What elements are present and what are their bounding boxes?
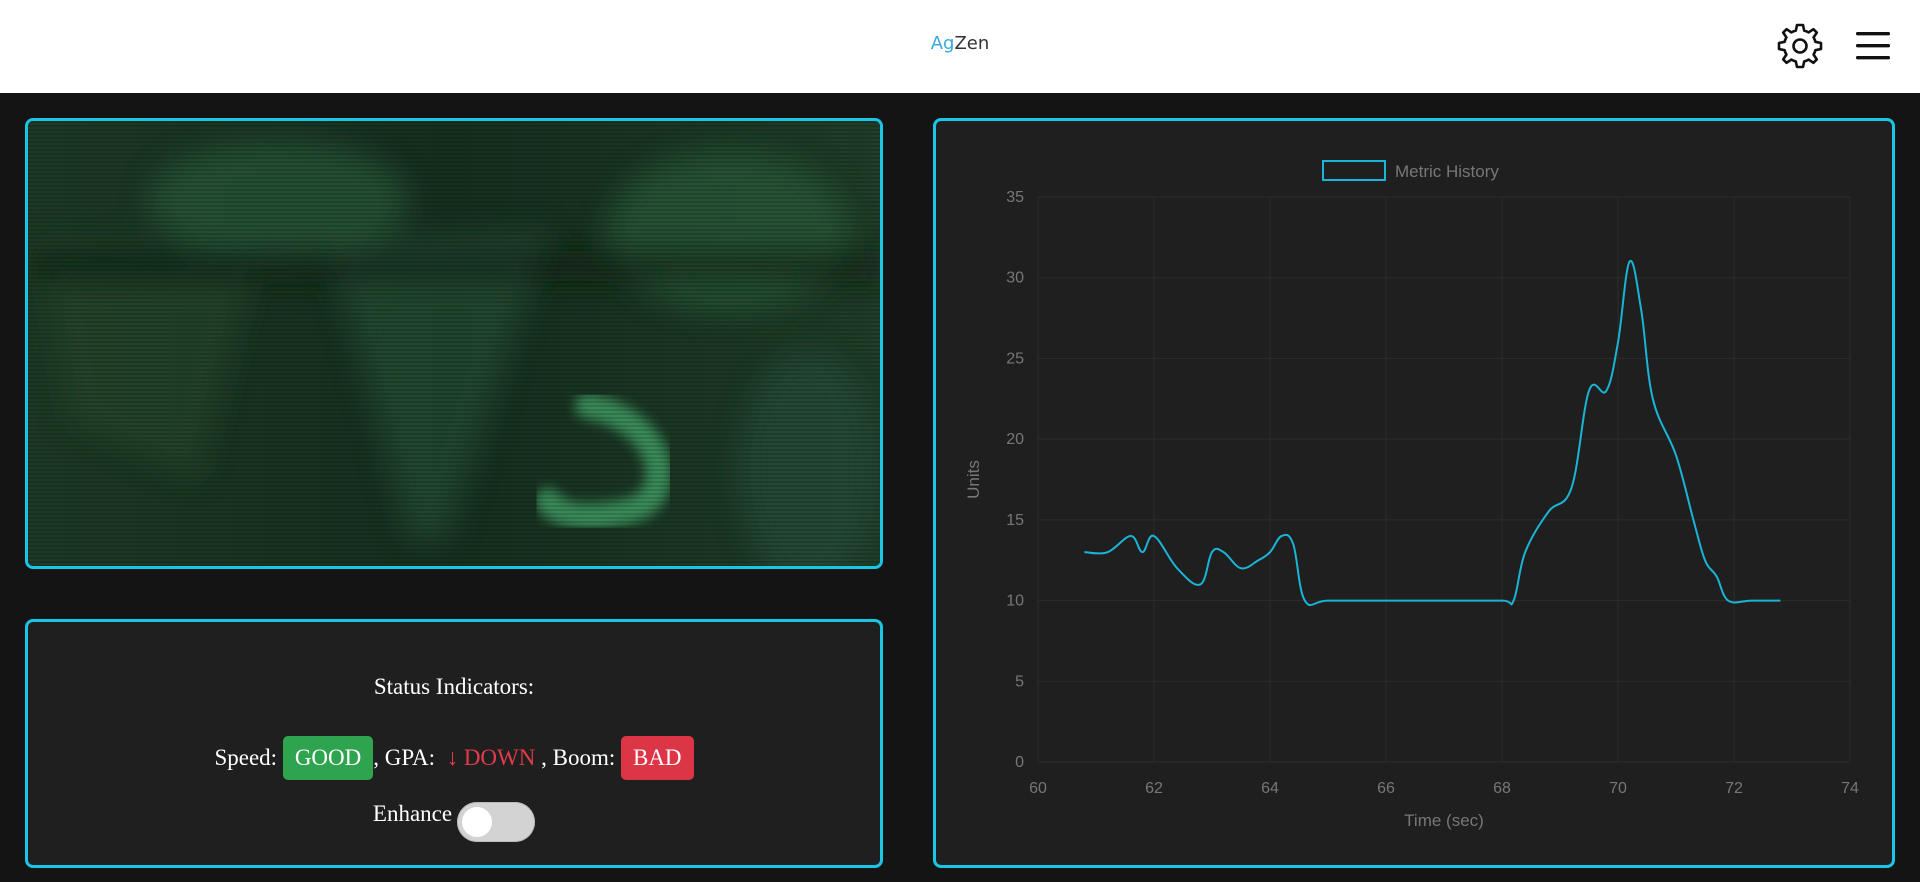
brand-part-ag: Ag [930,33,955,54]
down-arrow-icon: ↓ [446,745,459,770]
x-axis-label: Time (sec) [1404,811,1484,830]
metric-history-chart: 0 5 10 15 20 25 30 35 60 62 64 66 68 70 72 74 Time (sec)… [964,160,1859,830]
y-tick-label: 0 [1015,754,1024,771]
y-tick-label: 10 [1006,593,1024,610]
brand-part-zen: Zen [954,33,990,54]
y-tick-label: 5 [1015,673,1024,690]
y-axis-label: Units [964,460,983,499]
x-tick-label: 66 [1377,780,1395,797]
enhance-toggle[interactable] [457,802,536,842]
boom-label: , Boom: [535,745,621,770]
speed-label: Speed: [214,745,283,770]
hamburger-menu-icon[interactable] [1854,28,1892,64]
y-tick-label: 35 [1006,189,1024,206]
camera-feed-image [28,121,880,566]
toggle-knob [462,807,493,837]
status-title: Status Indicators: [373,674,535,699]
boom-status-badge: BAD [620,736,694,780]
legend-label: Metric History [1395,162,1499,181]
x-tick-label: 72 [1725,780,1743,797]
gpa-status-value: DOWN [458,745,536,770]
series-line [1084,259,1781,607]
gear-icon[interactable] [1776,22,1824,70]
x-tick-label: 62 [1145,780,1163,797]
metric-chart-panel: 0 5 10 15 20 25 30 35 60 62 64 66 68 70 72 74 Time (sec)… [933,118,1895,868]
y-tick-label: 20 [1006,431,1024,448]
x-tick-label: 64 [1261,780,1279,797]
y-tick-label: 30 [1006,270,1024,287]
enhance-label: Enhance [372,801,453,826]
x-tick-label: 70 [1609,780,1627,797]
app-brand[interactable]: AgZen [0,33,1920,54]
x-tick-label: 68 [1493,780,1511,797]
gpa-label: , GPA: [373,745,447,770]
x-tick-label: 74 [1841,780,1859,797]
x-tick-label: 60 [1029,780,1047,797]
status-row: Speed: GOOD , GPA: ↓ DOWN , Boom: BAD [28,736,880,780]
legend-swatch [1322,160,1386,181]
speed-status-badge: GOOD [282,736,374,780]
status-indicators-panel: Status Indicators: Speed: GOOD , GPA: ↓ … [25,619,883,868]
camera-feed-panel [25,118,883,569]
top-navbar: AgZen [0,0,1920,93]
y-tick-label: 15 [1006,512,1024,529]
y-tick-label: 25 [1006,350,1024,367]
enhance-row: Enhance [28,801,880,842]
